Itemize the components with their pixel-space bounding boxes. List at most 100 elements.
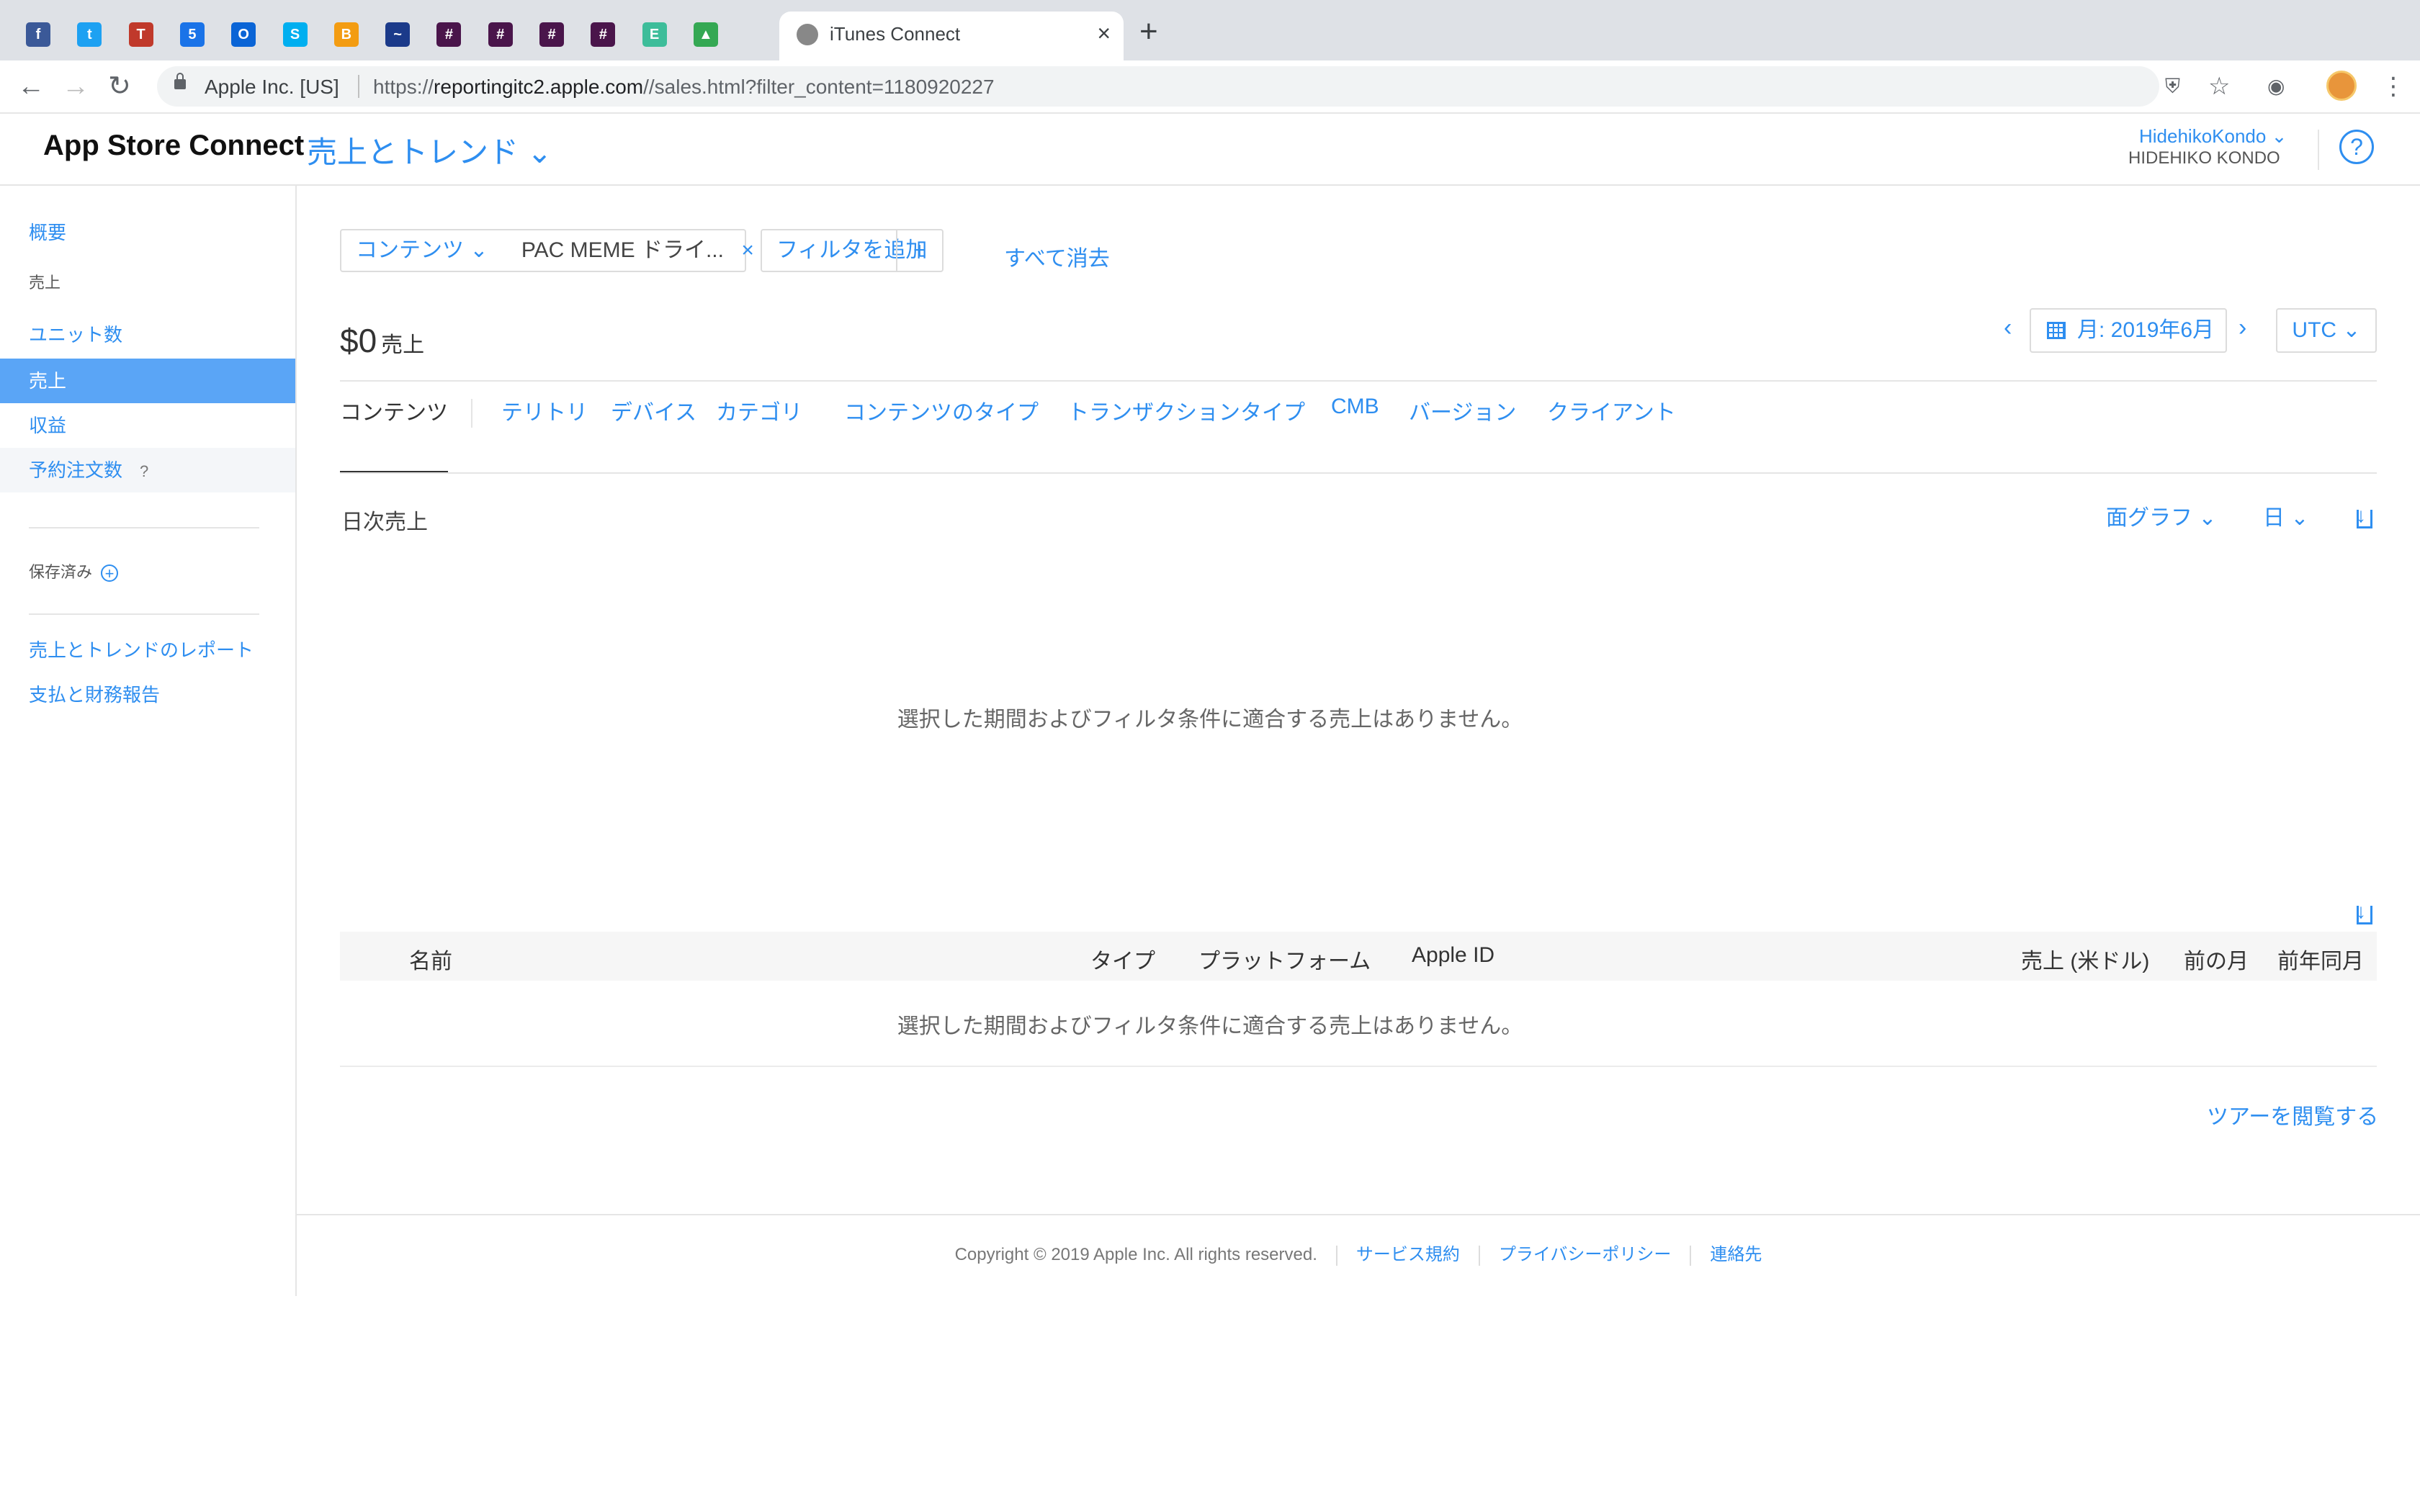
new-tab-icon[interactable]: + bbox=[1139, 16, 1158, 48]
browser-tab-itunes-connect[interactable]: iTunes Connect × bbox=[779, 12, 1124, 60]
sales-total-value: $0 bbox=[340, 322, 377, 359]
column-header-prev-year[interactable]: 前年同月 bbox=[2277, 943, 2364, 975]
column-header-name[interactable]: 名前 bbox=[409, 943, 452, 975]
view-tour-link[interactable]: ツアーを閲覧する bbox=[2207, 1099, 2378, 1130]
user-menu[interactable]: HidehikoKondo ⌄ bbox=[2139, 125, 2287, 148]
evernote-icon[interactable]: E bbox=[642, 22, 667, 47]
previous-period-icon[interactable]: ‹ bbox=[2004, 314, 2012, 342]
extension-icon[interactable]: ◉ bbox=[2267, 73, 2285, 99]
outlook-icon[interactable]: O bbox=[231, 22, 256, 47]
period-label: 月: 2019年6月 bbox=[2077, 318, 2215, 342]
preorders-help-icon[interactable]: ? bbox=[140, 449, 148, 494]
forward-icon[interactable]: → bbox=[62, 69, 89, 104]
help-icon[interactable]: ? bbox=[2339, 130, 2374, 164]
profile-avatar[interactable] bbox=[2326, 71, 2357, 101]
tab-separator bbox=[471, 399, 472, 428]
sidebar-divider bbox=[29, 613, 259, 615]
sidebar-item-preorders-label: 予約注文数 bbox=[29, 459, 123, 481]
column-header-sales-usd[interactable]: 売上 (米ドル) bbox=[2021, 943, 2149, 975]
sidebar-item-preorders[interactable]: 予約注文数? bbox=[0, 448, 295, 492]
sidebar-item-proceeds[interactable]: 収益 bbox=[0, 403, 295, 448]
slack-icon[interactable]: # bbox=[591, 22, 616, 47]
sidebar-item-units[interactable]: ユニット数 bbox=[0, 312, 295, 357]
download-chart-icon[interactable] bbox=[2356, 504, 2372, 528]
footer-divider bbox=[297, 1214, 2420, 1215]
app-header: App Store Connect 売上とトレンド ⌄ HidehikoKond… bbox=[0, 114, 2420, 186]
table-bottom-border bbox=[340, 1066, 2377, 1067]
app-brand[interactable]: App Store Connect bbox=[43, 130, 304, 162]
address-bar[interactable]: Apple Inc. [US] https://reportingitc2.ap… bbox=[157, 66, 2159, 107]
sidebar-item-reports[interactable]: 売上とトレンドのレポート bbox=[0, 628, 295, 672]
chart-interval-select[interactable]: 日 ⌄ bbox=[2263, 500, 2308, 531]
user-team-name: HIDEHIKO KONDO bbox=[2128, 148, 2280, 168]
slack-icon[interactable]: # bbox=[539, 22, 564, 47]
download-table-icon[interactable] bbox=[2356, 900, 2372, 924]
tab-content-type[interactable]: コンテンツのタイプ bbox=[844, 395, 1039, 426]
clear-all-filters-link[interactable]: すべて消去 bbox=[1004, 240, 1110, 272]
next-period-icon[interactable]: › bbox=[2238, 314, 2246, 342]
tab-transaction-type[interactable]: トランザクションタイプ bbox=[1067, 395, 1305, 426]
apple-icon bbox=[797, 24, 818, 45]
footer: Copyright © 2019 Apple Inc. All rights r… bbox=[0, 1240, 2420, 1266]
sidebar-saved-label: 保存済み bbox=[29, 563, 93, 581]
back-icon[interactable]: ← bbox=[17, 69, 45, 104]
add-filter-plus-icon[interactable]: + bbox=[913, 230, 926, 271]
chart-title: 日次売上 bbox=[341, 510, 428, 534]
trello-icon[interactable]: T bbox=[128, 22, 153, 47]
tab-device[interactable]: デバイス bbox=[611, 395, 696, 426]
facebook-icon[interactable]: f bbox=[26, 22, 50, 47]
sidebar-item-overview[interactable]: 概要 bbox=[0, 210, 295, 255]
tab-territory[interactable]: テリトリ bbox=[501, 395, 588, 426]
tab-cmb[interactable]: CMB bbox=[1331, 395, 1379, 419]
bookmark-star-icon[interactable]: ☆ bbox=[2208, 73, 2230, 99]
tab-version[interactable]: バージョン bbox=[1409, 395, 1516, 426]
period-selector[interactable]: 月: 2019年6月 bbox=[2030, 308, 2227, 353]
browser-toolbar: ← → ↻ Apple Inc. [US] https://reportingi… bbox=[0, 60, 2420, 114]
remove-filter-icon[interactable]: × bbox=[741, 238, 754, 262]
calendar-icon[interactable]: 5 bbox=[179, 22, 205, 47]
close-tab-icon[interactable]: × bbox=[1097, 20, 1111, 47]
column-header-type[interactable]: タイプ bbox=[1090, 943, 1155, 975]
add-filter-chip[interactable]: フィルタを追加 + bbox=[761, 229, 944, 272]
sidebar: 概要 売上 ユニット数 売上 収益 予約注文数? 保存済み + 売上とトレンドのレ… bbox=[0, 186, 297, 1296]
timezone-select[interactable]: UTC ⌄ bbox=[2276, 308, 2377, 353]
section-switcher[interactable]: 売上とトレンド ⌄ bbox=[307, 128, 552, 172]
column-header-apple-id[interactable]: Apple ID bbox=[1412, 943, 1494, 968]
skype-icon[interactable]: S bbox=[282, 22, 308, 47]
add-filter-label[interactable]: フィルタを追加 bbox=[776, 238, 927, 262]
sales-total: $0 売上 bbox=[340, 321, 424, 360]
add-saved-icon[interactable]: + bbox=[101, 564, 119, 582]
google-drive-icon[interactable]: ▲ bbox=[693, 22, 718, 47]
column-header-prev-month[interactable]: 前の月 bbox=[2184, 943, 2249, 975]
sales-table-header: 名前 タイプ プラットフォーム Apple ID 売上 (米ドル) 前の月 前年… bbox=[340, 932, 2377, 981]
backlog-icon[interactable]: B bbox=[333, 22, 359, 47]
tab-client[interactable]: クライアント bbox=[1547, 395, 1676, 426]
site-organization: Apple Inc. [US] bbox=[205, 76, 339, 98]
content-filter-chip[interactable]: コンテンツ ⌄ PAC MEME ドライ... × bbox=[340, 229, 754, 272]
sidebar-divider bbox=[29, 527, 259, 528]
slack-icon[interactable]: # bbox=[488, 22, 513, 47]
chart-icon[interactable]: ~ bbox=[385, 22, 411, 47]
address-separator bbox=[358, 75, 359, 98]
footer-separator bbox=[1690, 1245, 1692, 1266]
shield-extension-icon[interactable]: ⛨ bbox=[2165, 73, 2180, 99]
tab-content[interactable]: コンテンツ bbox=[340, 395, 448, 426]
reload-icon[interactable]: ↻ bbox=[108, 69, 131, 104]
slack-icon[interactable]: # bbox=[436, 22, 462, 47]
main-content: コンテンツ ⌄ PAC MEME ドライ... × フィルタを追加 + すべて消… bbox=[297, 186, 2420, 1296]
menu-dots-icon[interactable]: ⋮ bbox=[2381, 73, 2406, 99]
content-filter-label[interactable]: コンテンツ ⌄ bbox=[356, 238, 488, 262]
contact-link[interactable]: 連絡先 bbox=[1710, 1245, 1762, 1264]
terms-link[interactable]: サービス規約 bbox=[1356, 1245, 1460, 1264]
sidebar-item-sales[interactable]: 売上 bbox=[0, 359, 295, 403]
tab-category[interactable]: カテゴリ bbox=[716, 395, 802, 426]
twitter-icon[interactable]: t bbox=[77, 22, 102, 47]
calendar-icon bbox=[2047, 322, 2066, 339]
column-header-platform[interactable]: プラットフォーム bbox=[1198, 943, 1371, 975]
footer-separator bbox=[1335, 1245, 1337, 1266]
privacy-link[interactable]: プライバシーポリシー bbox=[1499, 1245, 1672, 1264]
url-text[interactable]: https://reportingitc2.apple.com//sales.h… bbox=[373, 76, 995, 99]
chart-empty-message: 選択した期間およびフィルタ条件に適合する売上はありません。 bbox=[897, 708, 1523, 732]
chart-type-select[interactable]: 面グラフ ⌄ bbox=[2106, 500, 2216, 531]
sales-total-label: 売上 bbox=[381, 333, 425, 357]
